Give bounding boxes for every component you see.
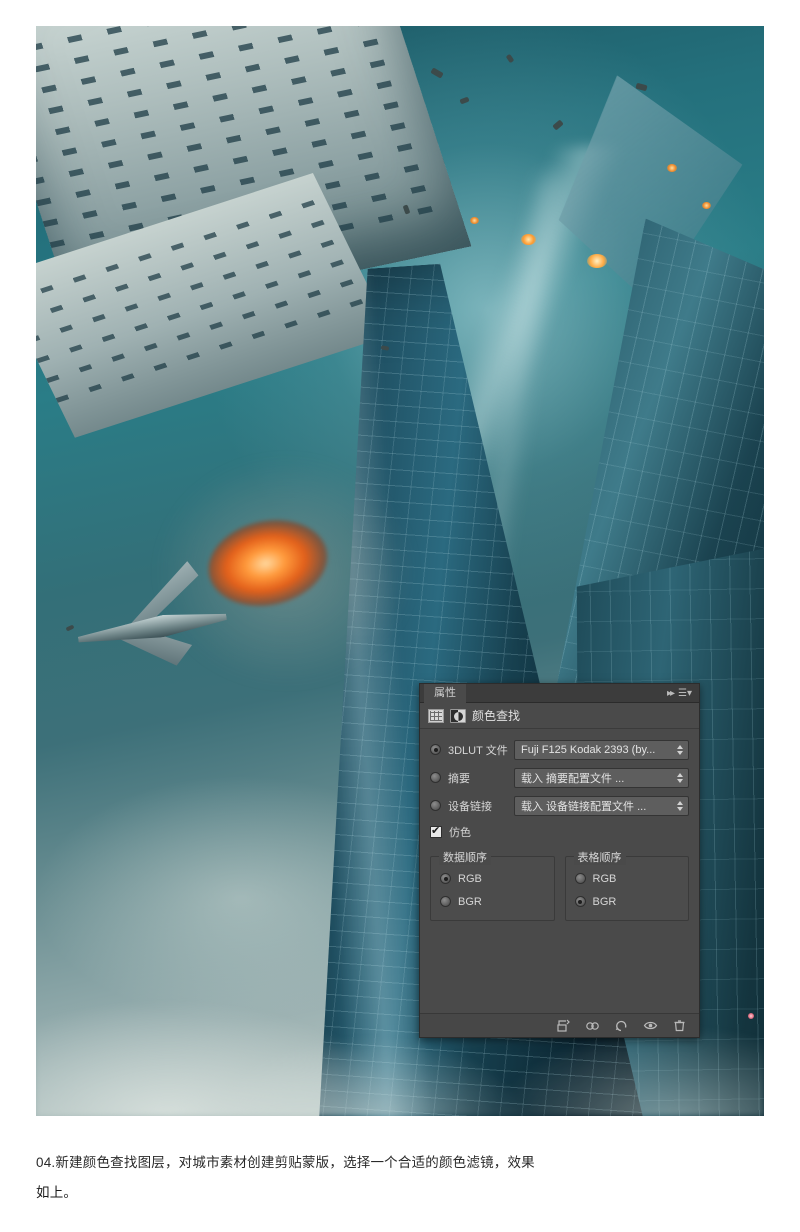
- option-data-order-rgb[interactable]: RGB: [440, 869, 545, 888]
- checkbox-dither-row[interactable]: 仿色: [430, 823, 689, 841]
- order-groups: 数据顺序 RGB BGR 表格顺序 RGB BGR: [430, 849, 689, 921]
- ember: [702, 202, 711, 209]
- properties-panel[interactable]: 属性 ▸▸ ☰▾ 颜色查找 3DLUT 文件 Fuji F125 Kodak 2…: [419, 683, 700, 1038]
- group-table-order: 表格顺序 RGB BGR: [564, 849, 689, 921]
- radio-3dlut[interactable]: [430, 744, 441, 755]
- label-table-order-bgr: BGR: [592, 895, 617, 908]
- radio-data-order-rgb[interactable]: [440, 873, 451, 884]
- radio-abstract[interactable]: [430, 772, 441, 783]
- panel-body: 3DLUT 文件 Fuji F125 Kodak 2393 (by... 摘要 …: [420, 729, 699, 921]
- select-device-link-profile[interactable]: 载入 设备链接配置文件 ...: [514, 795, 689, 816]
- radio-table-order-rgb[interactable]: [574, 873, 586, 884]
- panel-footer: [420, 1013, 699, 1037]
- panel-header: 颜色查找: [420, 703, 699, 729]
- select-3dlut-file[interactable]: Fuji F125 Kodak 2393 (by...: [514, 739, 689, 760]
- label-data-order-rgb: RGB: [458, 872, 482, 885]
- adjustment-grid-icon: [428, 708, 444, 723]
- spaceship: [68, 547, 243, 688]
- double-chevron-right-icon[interactable]: ▸▸: [667, 688, 675, 699]
- group-data-order: 数据顺序 RGB BGR: [430, 849, 555, 921]
- select-3dlut-value: Fuji F125 Kodak 2393 (by...: [521, 743, 656, 756]
- label-table-order-rgb: RGB: [592, 872, 617, 885]
- ember: [667, 164, 677, 172]
- caption: 04.新建颜色查找图层，对城市素材创建剪贴蒙版，选择一个合适的颜色滤镜，效果 如…: [36, 1148, 766, 1208]
- legend-table-order: 表格顺序: [573, 849, 626, 865]
- screenshot-image: 属性 ▸▸ ☰▾ 颜色查找 3DLUT 文件 Fuji F125 Kodak 2…: [36, 26, 764, 1116]
- label-device-link: 设备链接: [448, 800, 492, 813]
- select-abstract-value: 载入 摘要配置文件 ...: [521, 772, 625, 785]
- row-device-link[interactable]: 设备链接 载入 设备链接配置文件 ...: [430, 795, 689, 816]
- delete-layer-icon[interactable]: [672, 1018, 687, 1033]
- label-data-order-bgr: BGR: [458, 895, 482, 908]
- row-abstract[interactable]: 摘要 载入 摘要配置文件 ...: [430, 767, 689, 788]
- panel-menu-icon[interactable]: ☰▾: [678, 688, 692, 699]
- clip-to-layer-icon[interactable]: [450, 708, 466, 723]
- option-table-order-bgr[interactable]: BGR: [574, 892, 680, 911]
- clip-to-layer-icon[interactable]: [556, 1018, 571, 1033]
- toggle-visibility-icon[interactable]: [643, 1018, 658, 1033]
- panel-titlebar[interactable]: 属性 ▸▸ ☰▾: [420, 683, 699, 703]
- stepper-arrows-icon[interactable]: [673, 740, 686, 759]
- option-data-order-bgr[interactable]: BGR: [440, 892, 545, 911]
- ember: [521, 234, 536, 245]
- ember: [470, 217, 479, 224]
- select-device-link-value: 载入 设备链接配置文件 ...: [521, 800, 647, 813]
- legend-data-order: 数据顺序: [439, 849, 491, 865]
- ember: [587, 254, 607, 268]
- caption-line-1: 04.新建颜色查找图层，对城市素材创建剪贴蒙版，选择一个合适的颜色滤镜，效果: [36, 1155, 535, 1170]
- view-previous-state-icon[interactable]: [585, 1018, 600, 1033]
- stepper-arrows-icon[interactable]: [673, 796, 686, 815]
- option-table-order-rgb[interactable]: RGB: [574, 869, 680, 888]
- checkbox-dither[interactable]: [430, 824, 442, 838]
- label-abstract: 摘要: [448, 772, 470, 785]
- radio-data-order-bgr[interactable]: [440, 896, 451, 907]
- label-dither: 仿色: [449, 827, 471, 839]
- tab-properties[interactable]: 属性: [424, 683, 466, 703]
- reset-icon[interactable]: [614, 1018, 629, 1033]
- select-abstract-profile[interactable]: 载入 摘要配置文件 ...: [514, 767, 689, 788]
- label-3dlut: 3DLUT 文件: [448, 744, 508, 757]
- radio-device-link[interactable]: [430, 800, 441, 811]
- radio-table-order-bgr[interactable]: [574, 896, 586, 907]
- row-3dlut[interactable]: 3DLUT 文件 Fuji F125 Kodak 2393 (by...: [430, 739, 689, 760]
- stepper-arrows-icon[interactable]: [673, 768, 686, 787]
- panel-title: 颜色查找: [472, 709, 521, 723]
- caption-line-2: 如上。: [36, 1185, 78, 1200]
